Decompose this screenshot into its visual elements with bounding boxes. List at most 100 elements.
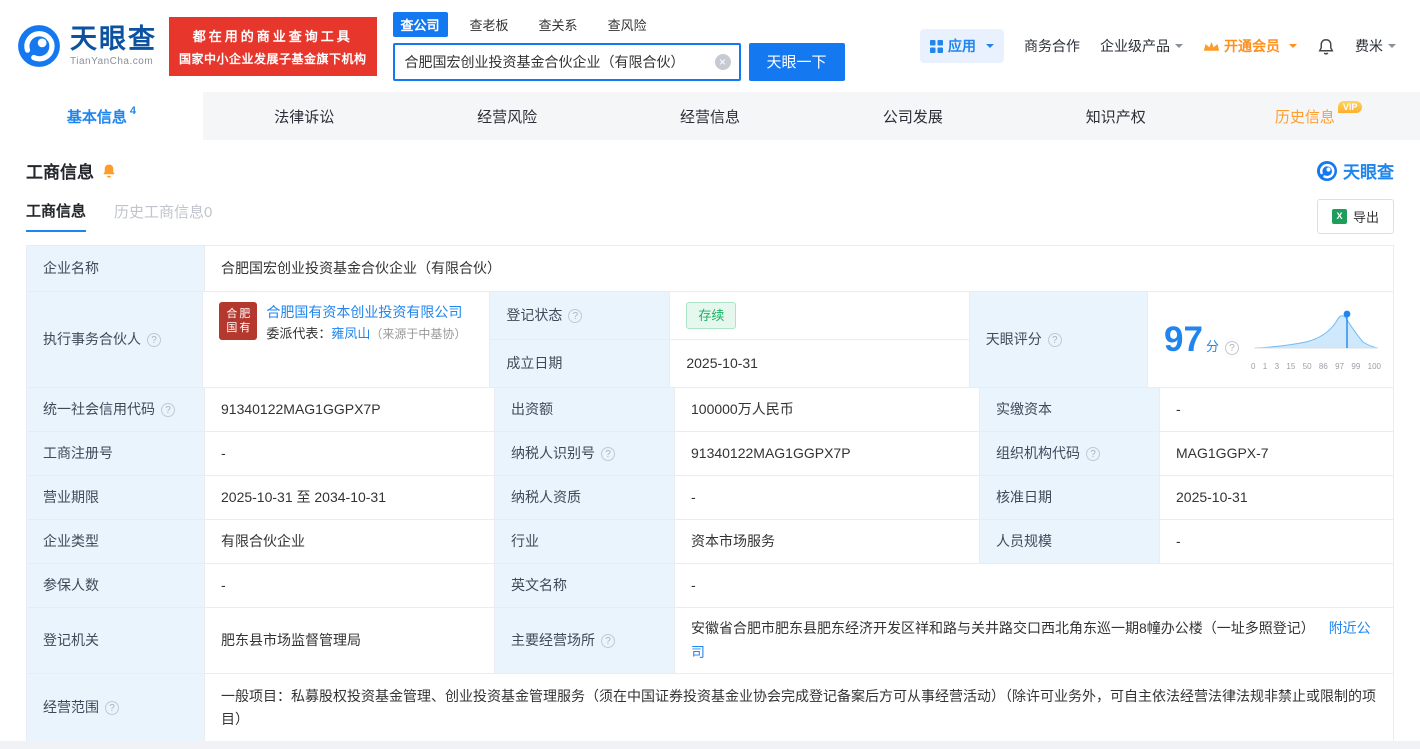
english-name-value: - (691, 576, 696, 593)
tab-legal-proceedings[interactable]: 法律诉讼 (203, 92, 406, 140)
tianyancha-logo[interactable]: 天眼查 TianYanCha.com (16, 23, 157, 69)
org-code-value: MAG1GGPX-7 (1176, 444, 1269, 461)
credit-code-value: 91340122MAG1GGPX7P (205, 388, 495, 431)
tab-label: 知识产权 (1085, 108, 1146, 126)
table-row: 统一社会信用代码 ? 91340122MAG1GGPX7P 出资额 100000… (27, 388, 1393, 432)
insured-count-label: 参保人数 (27, 564, 205, 607)
staff-size-value: - (1176, 532, 1181, 549)
search-tab-company[interactable]: 查公司 (392, 11, 448, 37)
reg-number-value: - (205, 432, 495, 475)
section-title-text: 工商信息 (26, 163, 94, 182)
help-icon[interactable]: ? (147, 332, 161, 347)
vip-badge: VIP (1337, 101, 1363, 113)
subtab-history-business-info[interactable]: 历史工商信息0 (114, 201, 212, 231)
table-subrow: 登记状态 ? 存续 (490, 292, 970, 340)
staff-size-label: 人员规模 (980, 520, 1160, 563)
taxpayer-quality-value: - (675, 476, 980, 519)
score-unit: 分 (1205, 338, 1219, 354)
tab-company-development[interactable]: 公司发展 (811, 92, 1014, 140)
chevron-down-icon (1175, 44, 1183, 52)
help-icon[interactable]: ? (161, 402, 175, 417)
help-icon[interactable]: ? (105, 701, 119, 715)
main-nav-tabs: 基本信息 4 法律诉讼 经营风险 经营信息 公司发展 知识产权 历史信息 VIP (0, 92, 1420, 140)
capital-value: 100000万人民币 (675, 388, 980, 431)
subtab-row: 工商信息 历史工商信息0 X 导出 (0, 197, 1420, 235)
help-icon[interactable]: ? (1047, 332, 1062, 347)
industry-value: 资本市场服务 (675, 520, 980, 563)
search-tab-boss[interactable]: 查老板 (462, 12, 517, 37)
score-number: 97 分 ? (1164, 311, 1239, 369)
english-name-label: 英文名称 (495, 564, 675, 607)
establish-date-label: 成立日期 (490, 340, 671, 387)
credit-code-label: 统一社会信用代码 ? (27, 388, 205, 431)
section-title: 工商信息 (26, 158, 117, 183)
score-chart: 0 1 3 15 50 86 97 99 100 (1249, 306, 1383, 373)
tianyan-score-cell[interactable]: 97 分 ? 0 1 3 15 50 86 97 99 100 (1148, 292, 1393, 387)
enterprise-label: 企业级产品 (1100, 38, 1170, 54)
apps-menu[interactable]: 应用 (920, 29, 1004, 63)
help-icon[interactable]: ? (601, 446, 615, 461)
tab-history-info[interactable]: 历史信息 VIP (1217, 92, 1420, 140)
section-brand-text: 天眼查 (1343, 163, 1394, 182)
search-block: 查公司 查老板 查关系 查风险 × 天眼一下 (392, 11, 845, 81)
search-tab-risk[interactable]: 查风险 (600, 12, 655, 37)
rep-name-link[interactable]: 雍凤山 (331, 326, 370, 341)
nav-business-cooperation[interactable]: 商务合作 (1024, 36, 1080, 56)
help-icon[interactable]: ? (568, 308, 583, 323)
partner-company-link[interactable]: 合肥国有资本创业投资有限公司 (266, 304, 462, 320)
tab-label: 历史信息 (1274, 108, 1335, 126)
reg-status-value: 存续 (670, 292, 970, 339)
header: 天眼查 TianYanCha.com 都在用的商业查询工具 国家中小企业发展子基… (0, 0, 1420, 92)
reg-authority-label: 登记机关 (27, 608, 205, 673)
tab-intellectual-property[interactable]: 知识产权 (1014, 92, 1217, 140)
company-type-value: 有限合伙企业 (205, 520, 495, 563)
search-input-wrap: × (392, 42, 741, 81)
industry-label: 行业 (495, 520, 675, 563)
notification-bell-icon[interactable] (1317, 37, 1335, 56)
premises-label: 主要经营场所 ? (495, 608, 675, 673)
premises-value: 安徽省合肥市肥东县肥东经济开发区祥和路与关井路交口西北角东巡一期8幢办公楼（一址… (691, 620, 1371, 660)
table-row: 工商注册号 - 纳税人识别号 ? 91340122MAG1GGPX7P 组织机构… (27, 432, 1393, 476)
section-head: 工商信息 天眼查 (0, 158, 1420, 183)
nav-enterprise-products[interactable]: 企业级产品 (1100, 36, 1183, 56)
user-name: 费米 (1355, 38, 1383, 54)
search-tab-relation[interactable]: 查关系 (531, 12, 586, 37)
partner-text: 合肥国有资本创业投资有限公司 委派代表：雍凤山（来源于中基协） (266, 302, 466, 344)
brand-domain: TianYanCha.com (70, 55, 154, 67)
paid-capital-label: 实缴资本 (980, 388, 1160, 431)
company-type-label: 企业类型 (27, 520, 205, 563)
nav-user[interactable]: 费米 (1355, 36, 1396, 56)
approve-date-label: 核准日期 (980, 476, 1160, 519)
taxpayer-id-value: 91340122MAG1GGPX7P (675, 432, 980, 475)
tab-operating-info[interactable]: 经营信息 (609, 92, 812, 140)
clear-icon[interactable]: × (714, 53, 731, 70)
tab-basic-info[interactable]: 基本信息 4 (0, 92, 203, 140)
rep-label: 委派代表： (266, 325, 332, 341)
table-row: 营业期限 2025-10-31 至 2034-10-31 纳税人资质 - 核准日… (27, 476, 1393, 520)
help-icon[interactable]: ? (1225, 340, 1239, 355)
capital-label: 出资额 (495, 388, 675, 431)
top-nav: 应用 商务合作 企业级产品 开通会员 费米 (920, 29, 1396, 63)
search-button[interactable]: 天眼一下 (748, 42, 845, 81)
export-button[interactable]: X 导出 (1316, 198, 1394, 234)
partner-label: 执行事务合伙人 ? (27, 292, 204, 387)
establish-date-value: 2025-10-31 (670, 340, 970, 387)
slogan-line1: 都在用的商业查询工具 (192, 28, 353, 44)
subscribe-bell-icon[interactable] (101, 162, 117, 179)
vip-label: 开通会员 (1224, 38, 1280, 54)
table-row: 企业名称 合肥国宏创业投资基金合伙企业（有限合伙） (27, 246, 1393, 292)
score-value: 97 (1164, 319, 1203, 359)
chevron-down-icon (1289, 44, 1297, 52)
tab-count: 4 (129, 105, 136, 117)
partner-value: 合肥国有 合肥国有资本创业投资有限公司 委派代表：雍凤山（来源于中基协） (203, 292, 491, 387)
table-row: 企业类型 有限合伙企业 行业 资本市场服务 人员规模 - (27, 520, 1393, 564)
help-icon[interactable]: ? (601, 633, 615, 648)
nav-open-vip[interactable]: 开通会员 (1203, 36, 1297, 56)
export-label: 导出 (1352, 209, 1379, 225)
search-input[interactable] (392, 42, 741, 81)
company-name-label: 企业名称 (27, 246, 205, 291)
org-code-label: 组织机构代码 ? (980, 432, 1160, 475)
help-icon[interactable]: ? (1086, 446, 1100, 461)
tab-operating-risk[interactable]: 经营风险 (406, 92, 609, 140)
subtab-business-info[interactable]: 工商信息 (26, 200, 87, 232)
